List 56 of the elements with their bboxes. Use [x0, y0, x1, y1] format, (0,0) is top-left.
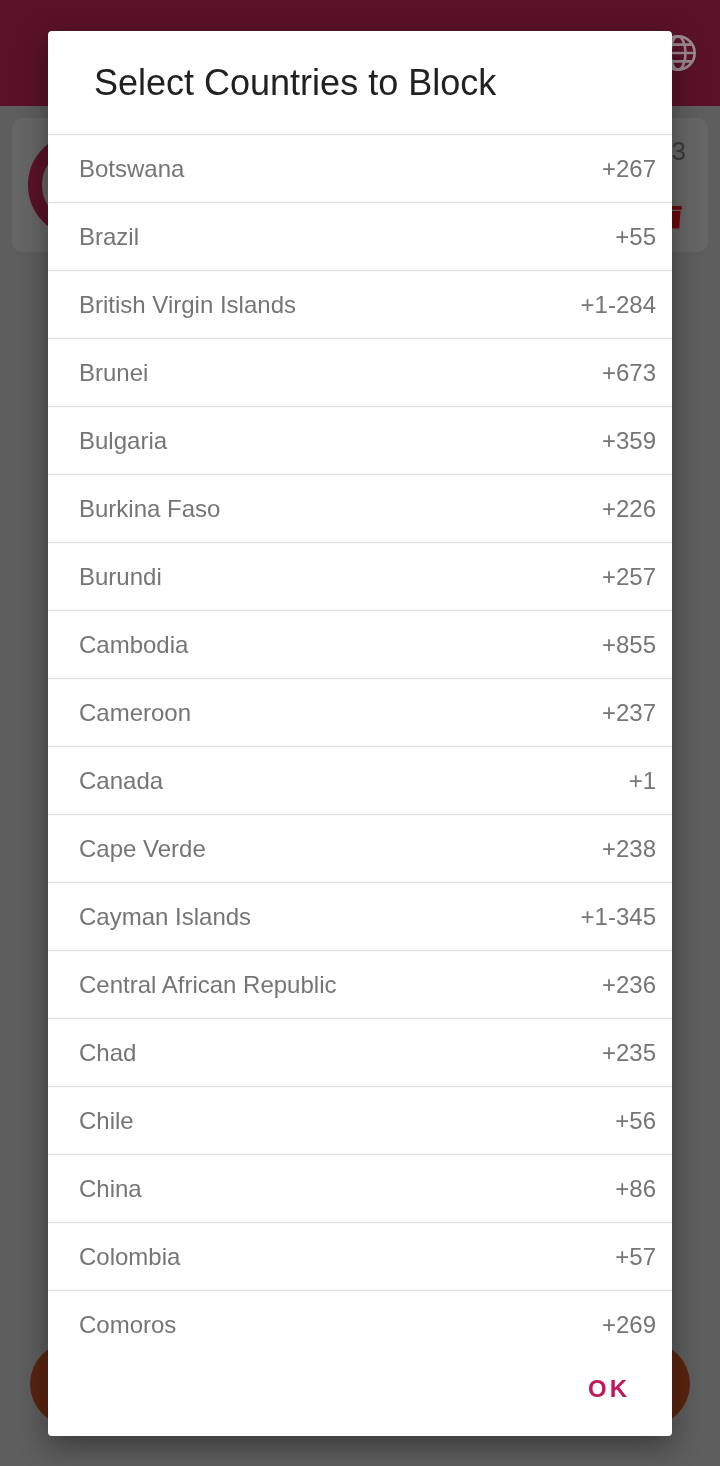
country-code: +1 [628, 766, 656, 795]
country-item[interactable]: China +86 [48, 1155, 672, 1223]
country-item[interactable]: Cayman Islands +1-345 [48, 883, 672, 951]
country-code: +86 [615, 1174, 656, 1203]
country-item[interactable]: Cameroon +237 [48, 679, 672, 747]
country-code: +226 [601, 494, 656, 523]
country-name: Chile [79, 1106, 134, 1135]
country-name: British Virgin Islands [79, 290, 296, 319]
country-name: Canada [79, 766, 164, 795]
country-name: Botswana [79, 154, 185, 183]
country-code: +855 [601, 630, 656, 659]
country-code: +56 [615, 1106, 656, 1135]
country-name: Brazil [79, 222, 139, 251]
country-name: Burundi [79, 562, 162, 591]
country-item[interactable]: British Virgin Islands +1-284 [48, 271, 672, 339]
country-code: +55 [615, 222, 656, 251]
country-code: +236 [601, 970, 656, 999]
country-name: Colombia [79, 1242, 181, 1271]
country-item[interactable]: Colombia +57 [48, 1223, 672, 1291]
country-name: Chad [79, 1038, 137, 1067]
country-item[interactable]: Cambodia +855 [48, 611, 672, 679]
country-code: +1-284 [580, 290, 656, 319]
country-name: Cayman Islands [79, 902, 252, 931]
country-name: Burkina Faso [79, 494, 221, 523]
country-code: +359 [601, 426, 656, 455]
country-code: +267 [601, 154, 656, 183]
country-item[interactable]: Canada +1 [48, 747, 672, 815]
country-code: +235 [601, 1038, 656, 1067]
country-item[interactable]: Central African Republic +236 [48, 951, 672, 1019]
country-code: +238 [601, 834, 656, 863]
ok-button[interactable]: OK [576, 1365, 642, 1413]
dialog-title: Select Countries to Block [48, 31, 672, 135]
country-item[interactable]: Burkina Faso +226 [48, 475, 672, 543]
country-item[interactable]: Burundi +257 [48, 543, 672, 611]
country-item[interactable]: Comoros +269 [48, 1291, 672, 1342]
country-item[interactable]: Cape Verde +238 [48, 815, 672, 883]
country-name: Comoros [79, 1310, 177, 1339]
country-item[interactable]: Bulgaria +359 [48, 407, 672, 475]
country-code: +269 [601, 1310, 656, 1339]
country-code: +673 [601, 358, 656, 387]
country-item[interactable]: Brunei +673 [48, 339, 672, 407]
country-item[interactable]: Brazil +55 [48, 203, 672, 271]
country-name: Brunei [79, 358, 149, 387]
country-code: +237 [601, 698, 656, 727]
country-name: Cape Verde [79, 834, 206, 863]
country-item[interactable]: Chad +235 [48, 1019, 672, 1087]
country-code: +257 [601, 562, 656, 591]
country-item[interactable]: Chile +56 [48, 1087, 672, 1155]
country-code: +57 [615, 1242, 656, 1271]
country-name: Bulgaria [79, 426, 168, 455]
country-code: +1-345 [580, 902, 656, 931]
country-item[interactable]: Botswana +267 [48, 135, 672, 203]
country-name: Cambodia [79, 630, 189, 659]
country-name: China [79, 1174, 142, 1203]
country-name: Central African Republic [79, 970, 337, 999]
country-name: Cameroon [79, 698, 192, 727]
